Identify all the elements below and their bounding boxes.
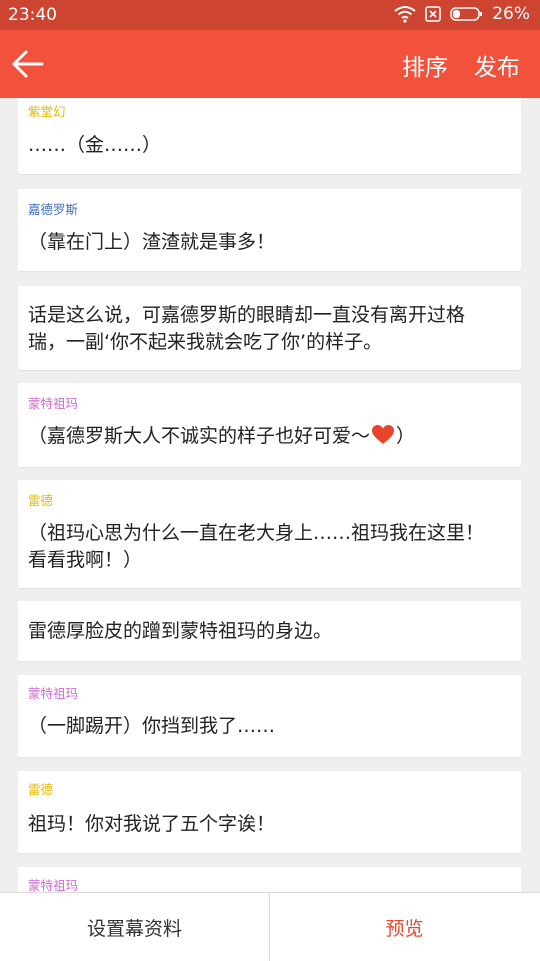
list-item[interactable]: 雷德 祖玛！你对我说了五个字诶！ <box>18 771 521 853</box>
status-icons: 26% <box>394 4 530 24</box>
list-item[interactable]: 雷德厚脸皮的蹭到蒙特祖玛的身边。 <box>18 601 521 661</box>
speaker-name: 嘉德罗斯 <box>28 202 79 217</box>
message-text: （嘉德罗斯大人不诚实的样子也好可爱～ ） <box>28 423 509 453</box>
list-item[interactable]: 蒙特祖玛 （嘉德罗斯大人不诚实的样子也好可爱～ ） <box>18 383 521 467</box>
bottom-bar: 设置幕资料 预览 <box>0 892 540 961</box>
message-line: 看看我啊！） <box>28 549 143 571</box>
message-line: 话是这么说，可嘉德罗斯的眼睛却一直没有离开过格 <box>28 304 466 326</box>
message-text: （祖玛心思为什么一直在老大身上……祖玛我在这里！ 看看我啊！） <box>28 520 509 574</box>
message-line: （祖玛心思为什么一直在老大身上……祖玛我在这里！ <box>28 522 485 544</box>
message-text-part: ） <box>396 425 416 447</box>
speaker-name: 蒙特祖玛 <box>28 396 79 411</box>
app-bar: 排序 发布 <box>0 30 540 98</box>
speaker-name: 雷德 <box>28 782 54 797</box>
list-item[interactable]: 嘉德罗斯 （靠在门上）渣渣就是事多！ <box>18 189 521 271</box>
heart-icon <box>372 425 395 453</box>
scene-settings-button[interactable]: 设置幕资料 <box>0 893 270 961</box>
wifi-icon <box>394 5 416 23</box>
speaker-name: 紫堂幻 <box>28 104 66 119</box>
list-item[interactable]: 蒙特祖玛 （一脚踢开）你挡到我了…… <box>18 675 521 757</box>
message-line: 瑞，一副‘你不起来我就会吃了你’的样子。 <box>28 331 383 353</box>
message-text: 话是这么说，可嘉德罗斯的眼睛却一直没有离开过格 瑞，一副‘你不起来我就会吃了你’… <box>28 302 509 356</box>
message-text: 雷德厚脸皮的蹭到蒙特祖玛的身边。 <box>28 620 333 642</box>
speaker-name: 雷德 <box>28 493 54 508</box>
speaker-name: 蒙特祖玛 <box>28 686 79 701</box>
no-sim-icon <box>424 5 442 23</box>
message-text: （靠在门上）渣渣就是事多！ <box>28 231 276 253</box>
list-item[interactable]: 雷德 （祖玛心思为什么一直在老大身上……祖玛我在这里！ 看看我啊！） <box>18 480 521 588</box>
message-text: ……（金……） <box>28 134 162 156</box>
sort-button[interactable]: 排序 <box>402 48 448 82</box>
speaker-name: 蒙特祖玛 <box>28 878 79 892</box>
dialogue-list[interactable]: 紫堂幻 ……（金……） 嘉德罗斯 （靠在门上）渣渣就是事多！ 话是这么说，可嘉德… <box>0 98 540 892</box>
message-text-part: （嘉德罗斯大人不诚实的样子也好可爱～ <box>28 425 371 447</box>
status-bar: 23:40 26% <box>0 0 540 30</box>
list-item[interactable]: 紫堂幻 ……（金……） <box>18 98 521 174</box>
message-text: 祖玛！你对我说了五个字诶！ <box>28 813 276 835</box>
publish-button[interactable]: 发布 <box>474 48 520 82</box>
list-item[interactable]: 话是这么说，可嘉德罗斯的眼睛却一直没有离开过格 瑞，一副‘你不起来我就会吃了你’… <box>18 286 521 370</box>
message-text: （一脚踢开）你挡到我了…… <box>28 715 276 737</box>
status-time: 23:40 <box>8 5 57 25</box>
back-arrow-icon[interactable] <box>10 46 46 82</box>
preview-button[interactable]: 预览 <box>270 893 539 961</box>
battery-level: 26% <box>492 4 530 24</box>
list-item[interactable]: 蒙特祖玛 <box>18 867 521 892</box>
battery-icon <box>450 6 484 22</box>
